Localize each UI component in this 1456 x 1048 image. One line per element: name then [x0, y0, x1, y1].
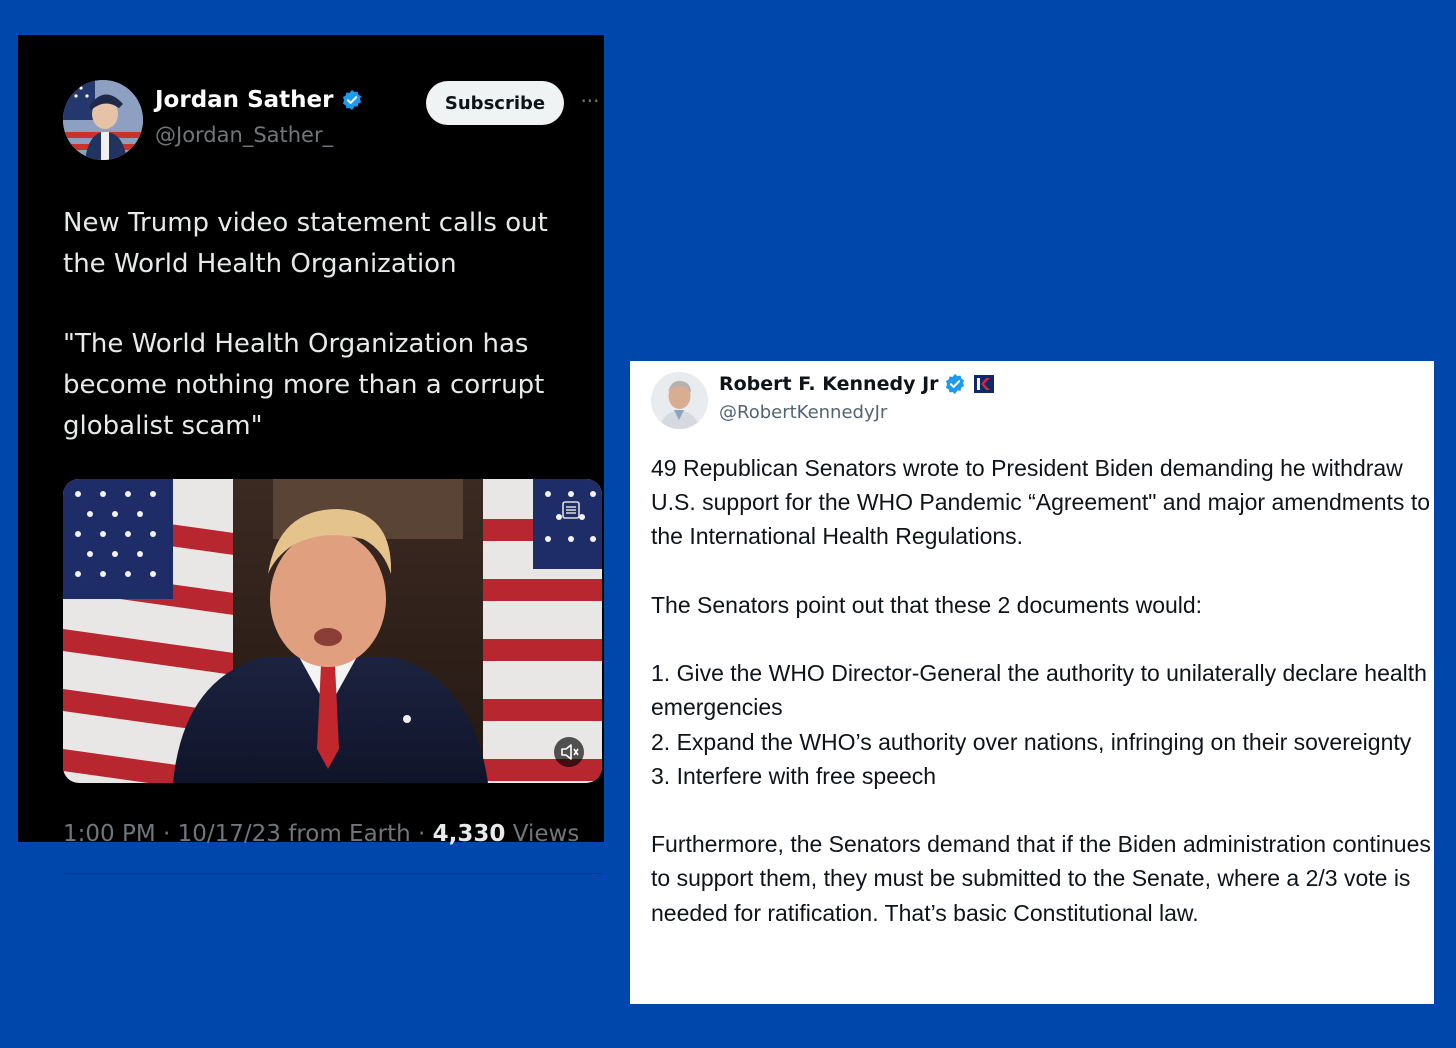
verified-badge-icon	[343, 89, 362, 111]
avatar[interactable]	[63, 80, 143, 160]
author-handle[interactable]: @RobertKennedyJr	[719, 402, 887, 423]
views-label: Views	[505, 821, 580, 847]
author-name[interactable]: Robert F. Kennedy Jr	[719, 373, 994, 395]
volume-muted-icon[interactable]	[554, 737, 584, 767]
author-name-text[interactable]: Robert F. Kennedy Jr	[719, 373, 939, 395]
portrait-avatar-icon	[651, 372, 708, 429]
tweet-paragraph: The Senators point out that these 2 docu…	[651, 591, 1203, 618]
video-flag-icon	[562, 501, 580, 519]
tweet-paragraph: "The World Health Organization has becom…	[63, 329, 545, 441]
list-item: 1. Give the WHO Director-General the aut…	[651, 660, 1427, 721]
list-item: 3. Interfere with free speech	[651, 762, 937, 789]
author-name-text[interactable]: Jordan Sather	[155, 87, 333, 113]
verified-badge-icon	[945, 373, 964, 395]
patriot-avatar-icon	[63, 80, 143, 160]
tweet-card-rfk-jr: Robert F. Kennedy Jr @RobertKennedyJr 49…	[630, 361, 1434, 1004]
tweet-card-jordan-sather: Jordan Sather @Jordan_Sather_ Subscribe …	[18, 35, 604, 874]
views-count: 4,330	[432, 821, 506, 847]
author-handle[interactable]: @Jordan_Sather_	[155, 123, 333, 147]
author-name[interactable]: Jordan Sather	[155, 87, 363, 113]
subscribe-button[interactable]: Subscribe	[426, 81, 564, 125]
timestamp-source[interactable]: 1:00 PM · 10/17/23 from Earth ·	[63, 821, 433, 847]
tweet-text: 49 Republican Senators wrote to Presiden…	[651, 451, 1431, 930]
tweet-text: New Trump video statement calls out the …	[63, 203, 583, 447]
tweet-meta: 1:00 PM · 10/17/23 from Earth · 4,330 Vi…	[63, 821, 579, 847]
avatar[interactable]	[651, 372, 708, 429]
more-options-icon[interactable]: ···	[576, 87, 604, 115]
divider	[63, 873, 602, 874]
speaker-icon	[561, 744, 579, 760]
list-item: 2. Expand the WHO’s authority over natio…	[651, 728, 1412, 755]
tweet-paragraph: 49 Republican Senators wrote to Presiden…	[651, 455, 1431, 550]
tweet-paragraph: New Trump video statement calls out the …	[63, 208, 548, 279]
campaign-flag-icon[interactable]	[973, 375, 994, 393]
video-player[interactable]	[63, 479, 602, 783]
campaign-flag-graphic	[973, 375, 994, 393]
tweet-paragraph: Furthermore, the Senators demand that if…	[651, 831, 1431, 926]
video-thumbnail	[63, 479, 602, 783]
